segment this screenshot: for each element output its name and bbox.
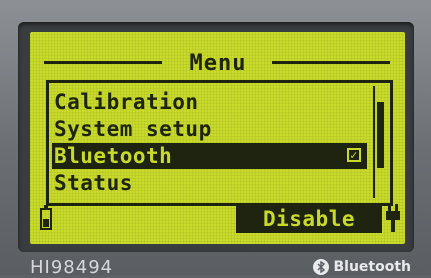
menu-item-label: Bluetooth [54,144,173,168]
plug-icon [386,204,400,232]
lcd-screen: Menu Calibration System setup Bluetooth … [30,32,405,244]
battery-icon [40,205,52,230]
menu-title: Menu [189,51,247,76]
menu-header: Menu [44,51,390,76]
scrollbar-thumb[interactable] [377,102,384,168]
bluetooth-logo-icon [313,259,330,275]
meter-device: Menu Calibration System setup Bluetooth … [0,0,431,278]
bluetooth-brand-text: Bluetooth [333,259,411,275]
menu-item-label: Status [54,171,133,195]
menu-list: Calibration System setup Bluetooth ✓ Sta… [46,80,393,206]
menu-item-system-setup[interactable]: System setup [52,116,367,142]
menu-item-label: Calibration [54,90,199,114]
header-rule-right [272,61,390,64]
menu-item-bluetooth[interactable]: Bluetooth ✓ [52,143,367,169]
battery-level [43,219,49,227]
menu-item-label: System setup [54,117,212,141]
header-rule-left [44,61,162,64]
scrollbar[interactable] [373,86,386,198]
disable-softkey-button[interactable]: Disable [236,206,382,233]
menu-item-status[interactable]: Status [52,170,367,196]
checked-checkbox-icon[interactable]: ✓ [347,148,361,162]
menu-item-calibration[interactable]: Calibration [52,89,367,115]
bluetooth-branding: Bluetooth [313,258,411,276]
